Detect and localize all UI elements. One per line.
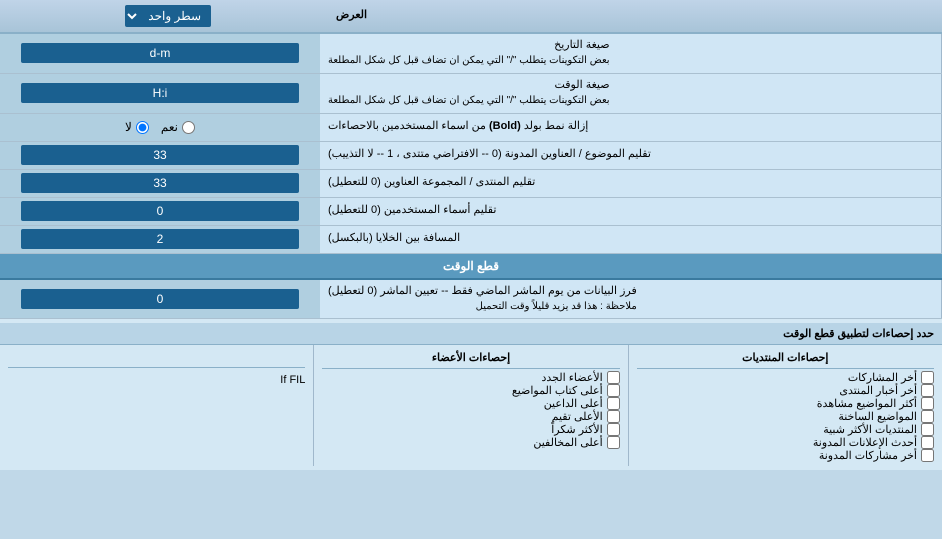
- check-item: أخر أخبار المنتدى: [637, 384, 934, 397]
- check-akthar-mawadee3[interactable]: [921, 397, 934, 410]
- col2-container: إحصاءات الأعضاء الأعضاء الجدد أعلى كتاب …: [313, 345, 627, 466]
- header-title: العرض: [336, 8, 367, 23]
- date-format-input[interactable]: [21, 43, 298, 63]
- bold-remove-label: إزالة نمط بولد (Bold) من اسماء المستخدمي…: [320, 114, 942, 141]
- bold-remove-input-cell: نعم لا: [0, 114, 320, 141]
- check-a3la-kotaab[interactable]: [607, 384, 620, 397]
- check-item: الأكثر شكراً: [322, 423, 619, 436]
- trim-subject-label: تقليم الموضوع / العناوين المدونة (0 -- ا…: [320, 142, 942, 169]
- msg-spacing-input-cell: [0, 226, 320, 253]
- check-akhir-musharkaat[interactable]: [921, 371, 934, 384]
- time-format-row: صيغة الوقتبعض التكوينات يتطلب "/" التي ي…: [0, 74, 942, 114]
- check-a3la-daeen[interactable]: [607, 397, 620, 410]
- trim-users-label: تقليم أسماء المستخدمين (0 للتعطيل): [320, 198, 942, 225]
- col3-header: [8, 349, 305, 368]
- check-a3la-taqyeem[interactable]: [607, 410, 620, 423]
- header-label: العرض: [328, 4, 934, 27]
- check-mawadee3-sakhena[interactable]: [921, 410, 934, 423]
- trim-forum-input[interactable]: [21, 173, 298, 193]
- if-fil-text: If FIL: [8, 370, 305, 390]
- checkboxes-section: حدد إحصاءات لتطبيق قطع الوقت إحصاءات الم…: [0, 319, 942, 470]
- check-item: المواضيع الساخنة: [637, 410, 934, 423]
- date-format-row: صيغة التاريخبعض التكوينات يتطلب "/" التي…: [0, 34, 942, 74]
- check-item: أخر مشاركات المدونة: [637, 449, 934, 462]
- msg-spacing-label: المسافة بين الخلايا (بالبكسل): [320, 226, 942, 253]
- col1-header: إحصاءات المنتديات: [637, 349, 934, 369]
- check-a3la-mokhalfeen[interactable]: [607, 436, 620, 449]
- checkboxes-columns: إحصاءات المنتديات أخر المشاركات أخر أخبا…: [0, 345, 942, 466]
- check-item: أخر المشاركات: [637, 371, 934, 384]
- time-cut-title: قطع الوقت: [443, 259, 499, 273]
- bold-no-text: لا: [125, 120, 132, 134]
- check-item: أعلى كتاب المواضيع: [322, 384, 619, 397]
- time-cut-input-cell: [0, 280, 320, 319]
- main-container: العرض سطر واحدسطرينثلاثة أسطر صيغة التار…: [0, 0, 942, 470]
- header-row: العرض سطر واحدسطرينثلاثة أسطر: [0, 0, 942, 34]
- bold-remove-row: إزالة نمط بولد (Bold) من اسماء المستخدمي…: [0, 114, 942, 142]
- check-item: أحدث الإعلانات المدونة: [637, 436, 934, 449]
- time-format-input[interactable]: [21, 83, 298, 103]
- check-item: أعلى الداعين: [322, 397, 619, 410]
- bold-yes-label[interactable]: نعم: [161, 120, 195, 134]
- checkboxes-limit-label: حدد إحصاءات لتطبيق قطع الوقت: [8, 327, 934, 340]
- check-montadayat-akthar[interactable]: [921, 423, 934, 436]
- col3-container: If FIL: [0, 345, 313, 466]
- check-item: أعلى المخالفين: [322, 436, 619, 449]
- bold-yes-radio[interactable]: [182, 121, 195, 134]
- trim-forum-input-cell: [0, 170, 320, 197]
- check-akhir-akhbar[interactable]: [921, 384, 934, 397]
- trim-subject-input-cell: [0, 142, 320, 169]
- time-cut-input[interactable]: [21, 289, 298, 309]
- trim-users-input[interactable]: [21, 201, 298, 221]
- bold-radio-group: نعم لا: [125, 120, 195, 134]
- time-format-input-cell: [0, 74, 320, 113]
- trim-forum-label: تقليم المنتدى / المجموعة العناوين (0 للت…: [320, 170, 942, 197]
- trim-subject-input[interactable]: [21, 145, 298, 165]
- check-akthar-shokran[interactable]: [607, 423, 620, 436]
- header-input-cell: سطر واحدسطرينثلاثة أسطر: [8, 2, 328, 30]
- trim-forum-row: تقليم المنتدى / المجموعة العناوين (0 للت…: [0, 170, 942, 198]
- date-format-label: صيغة التاريخبعض التكوينات يتطلب "/" التي…: [320, 34, 942, 73]
- col1-container: إحصاءات المنتديات أخر المشاركات أخر أخبا…: [628, 345, 942, 466]
- check-item: المنتديات الأكثر شبية: [637, 423, 934, 436]
- bold-no-label[interactable]: لا: [125, 120, 149, 134]
- check-item: أكثر المواضيع مشاهدة: [637, 397, 934, 410]
- check-akhir-musharkaat-madwona[interactable]: [921, 449, 934, 462]
- col2-header: إحصاءات الأعضاء: [322, 349, 619, 369]
- trim-users-row: تقليم أسماء المستخدمين (0 للتعطيل): [0, 198, 942, 226]
- time-cut-header: قطع الوقت: [0, 254, 942, 280]
- check-ahdat-ilaanat[interactable]: [921, 436, 934, 449]
- trim-users-input-cell: [0, 198, 320, 225]
- bold-no-radio[interactable]: [136, 121, 149, 134]
- check-item: الأعلى تقيم: [322, 410, 619, 423]
- msg-spacing-row: المسافة بين الخلايا (بالبكسل): [0, 226, 942, 254]
- time-cut-label: فرز البيانات من يوم الماشر الماضي فقط --…: [320, 280, 942, 319]
- bold-yes-text: نعم: [161, 120, 178, 134]
- date-format-input-cell: [0, 34, 320, 73]
- msg-spacing-input[interactable]: [21, 229, 298, 249]
- time-cut-row: فرز البيانات من يوم الماشر الماضي فقط --…: [0, 280, 942, 320]
- display-select[interactable]: سطر واحدسطرينثلاثة أسطر: [125, 5, 211, 27]
- checkboxes-limit-row: حدد إحصاءات لتطبيق قطع الوقت: [0, 323, 942, 345]
- check-adaa-jodod[interactable]: [607, 371, 620, 384]
- trim-subject-row: تقليم الموضوع / العناوين المدونة (0 -- ا…: [0, 142, 942, 170]
- check-item: الأعضاء الجدد: [322, 371, 619, 384]
- time-format-label: صيغة الوقتبعض التكوينات يتطلب "/" التي ي…: [320, 74, 942, 113]
